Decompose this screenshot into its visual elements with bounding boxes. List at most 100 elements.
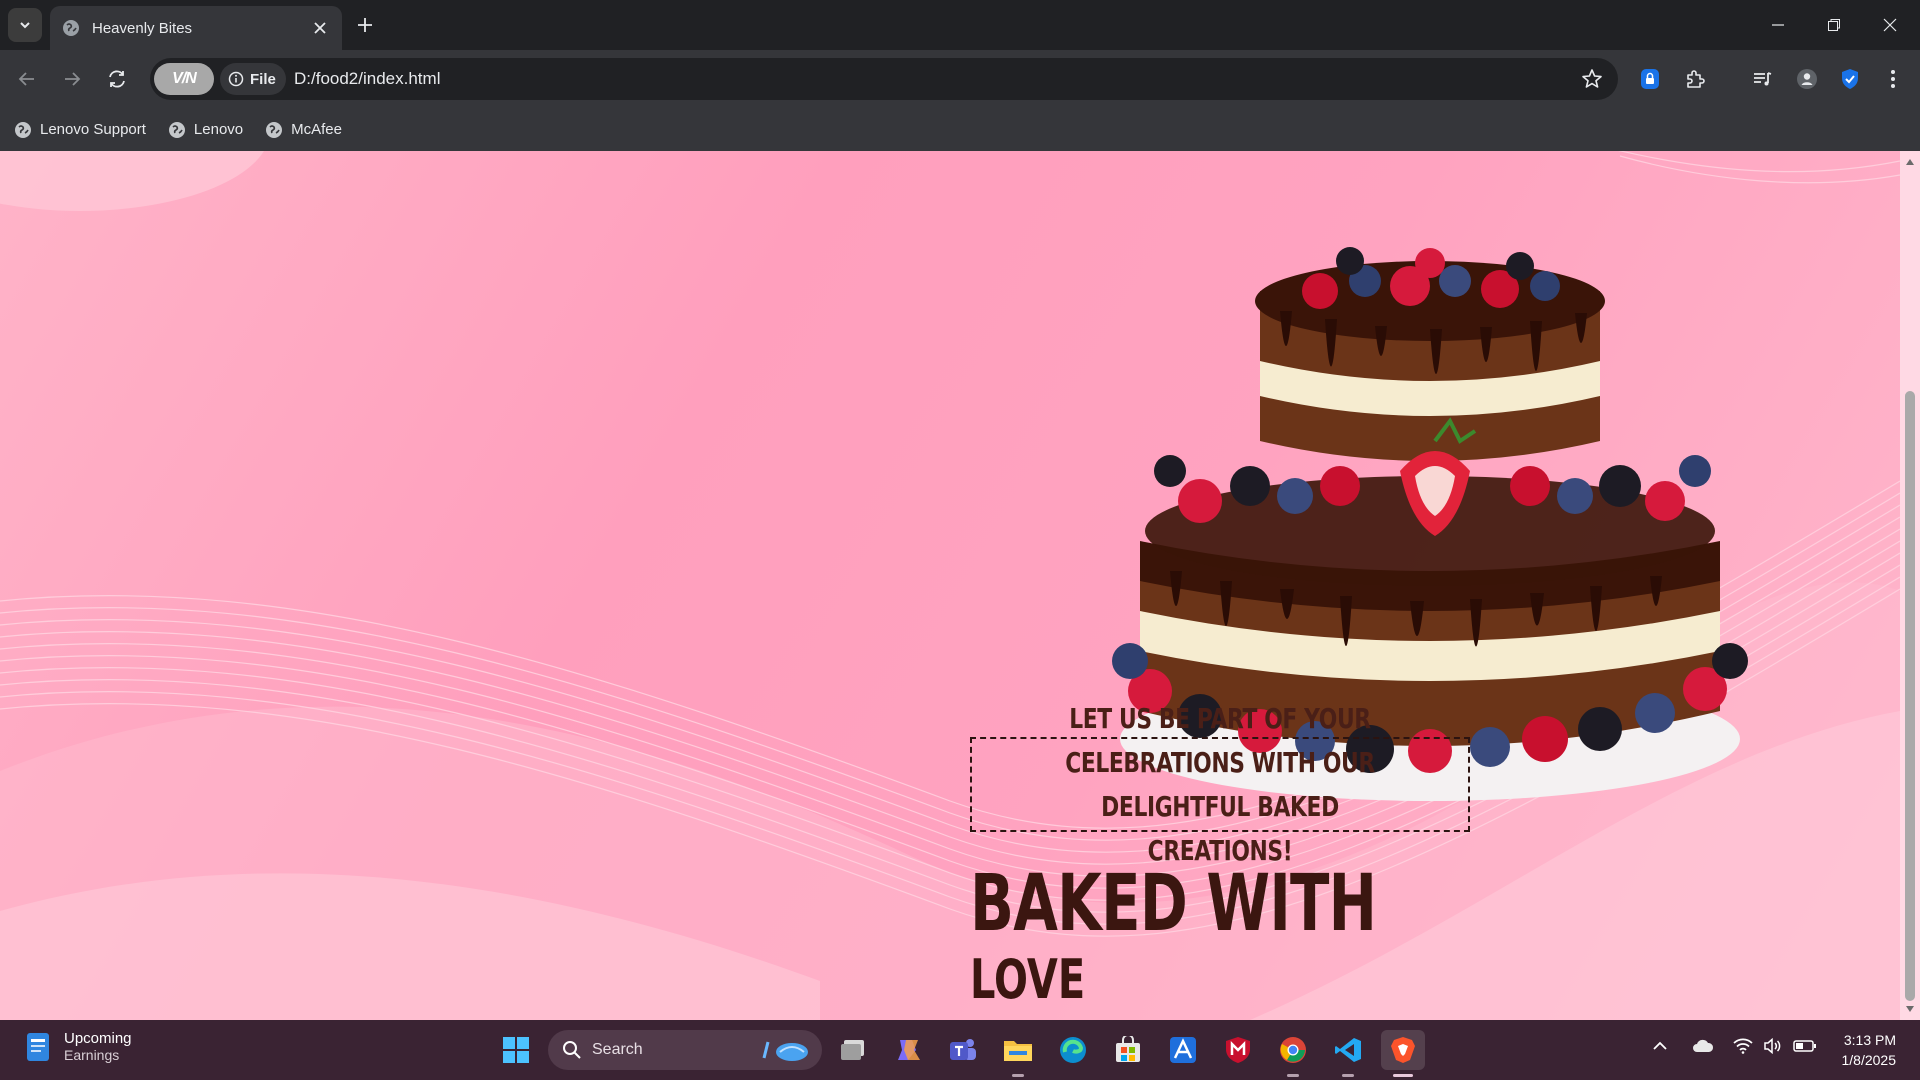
vscode-icon	[1335, 1038, 1361, 1062]
mcafee-button[interactable]	[1216, 1030, 1260, 1070]
bookmark-label: Lenovo	[193, 121, 244, 138]
task-view-icon	[841, 1040, 864, 1060]
brave-button[interactable]	[1381, 1030, 1425, 1070]
scroll-up-arrow-icon[interactable]	[1905, 157, 1915, 167]
bookmark-mcafee[interactable]: McAfee	[265, 121, 342, 139]
close-icon	[1883, 18, 1897, 32]
tab-title: Heavenly Bites	[92, 19, 193, 37]
widget-title: Upcoming	[64, 1030, 132, 1047]
file-explorer-button[interactable]	[996, 1030, 1040, 1070]
onedrive-button[interactable]	[1692, 1038, 1714, 1059]
clock-time: 3:13 PM	[1843, 1032, 1896, 1048]
wifi-button[interactable]	[1733, 1038, 1753, 1059]
tagline-box: LET US BE PART OF YOUR CELEBRATIONS WITH…	[970, 702, 1470, 867]
minimize-button[interactable]	[1750, 0, 1806, 50]
taskbar-search[interactable]: Search	[548, 1030, 822, 1070]
url-text[interactable]: D:/food2/index.html	[294, 69, 440, 89]
forward-button[interactable]	[55, 62, 89, 96]
running-indicator	[1012, 1074, 1024, 1077]
windows-taskbar: Upcoming Earnings Search 3:13 PM 1/8/202…	[0, 1020, 1920, 1080]
chrome-icon	[1280, 1037, 1306, 1063]
close-window-button[interactable]	[1862, 0, 1918, 50]
media-queue-icon	[1754, 72, 1772, 86]
browser-toolbar: V/N File D:/food2/index.html	[0, 50, 1920, 108]
search-label: Search	[592, 1041, 643, 1058]
shield-check-icon	[1842, 69, 1858, 89]
password-manager-extension[interactable]	[1633, 62, 1667, 96]
task-view-button[interactable]	[832, 1030, 876, 1070]
info-icon	[228, 71, 244, 87]
widget-subtitle: Earnings	[64, 1047, 120, 1063]
page-scrollbar[interactable]	[1900, 151, 1920, 1020]
cloud-icon	[1693, 1039, 1714, 1052]
teams-button[interactable]	[941, 1030, 985, 1070]
globe-icon	[15, 121, 31, 138]
puzzle-icon	[1687, 70, 1705, 88]
scrollbar-thumb[interactable]	[1905, 391, 1915, 1001]
chrome-button[interactable]	[1271, 1030, 1315, 1070]
speaker-icon	[1764, 1037, 1781, 1055]
more-vertical-icon	[1891, 70, 1895, 88]
stock-news-icon	[27, 1032, 49, 1061]
hero-heading: BAKED WITH	[970, 859, 1377, 949]
start-button[interactable]	[494, 1030, 538, 1070]
extensions-button[interactable]	[1678, 62, 1712, 96]
search-icon	[563, 1041, 581, 1059]
globe-icon	[63, 20, 79, 36]
bookmark-star-icon[interactable]	[1580, 67, 1604, 96]
media-controls-button[interactable]	[1745, 62, 1779, 96]
reload-button[interactable]	[100, 62, 134, 96]
address-bar[interactable]: V/N File D:/food2/index.html	[150, 58, 1618, 100]
restore-button[interactable]	[1806, 0, 1862, 50]
show-hidden-icons-button[interactable]	[1652, 1038, 1668, 1059]
reload-icon	[109, 70, 125, 88]
battery-button[interactable]	[1793, 1038, 1817, 1059]
profile-button[interactable]	[1790, 62, 1824, 96]
bookmark-label: Lenovo Support	[40, 121, 146, 138]
edge-button[interactable]	[1051, 1030, 1095, 1070]
clock-date: 1/8/2025	[1841, 1052, 1897, 1068]
folder-icon	[1004, 1041, 1032, 1061]
volume-button[interactable]	[1763, 1037, 1783, 1059]
minimize-icon	[1772, 24, 1784, 26]
windows-logo-icon	[503, 1037, 529, 1063]
battery-icon	[1793, 1040, 1816, 1052]
vpn-button[interactable]: V/N	[154, 63, 214, 95]
copilot-icon	[898, 1040, 920, 1060]
arrow-left-icon	[18, 72, 34, 86]
site-info-button[interactable]: File	[220, 63, 286, 95]
active-indicator	[1393, 1074, 1413, 1077]
widgets-button[interactable]: Upcoming Earnings	[26, 1030, 132, 1063]
copilot-button[interactable]	[886, 1030, 930, 1070]
lock-shield-icon	[1641, 69, 1659, 89]
vscode-button[interactable]	[1326, 1030, 1370, 1070]
globe-icon	[168, 121, 185, 138]
tab-heavenly-bites[interactable]: Heavenly Bites	[50, 6, 342, 50]
mcafee-shield-icon	[1226, 1037, 1250, 1063]
bookmarks-bar: Lenovo Support Lenovo McAfee	[0, 108, 1920, 151]
back-button[interactable]	[10, 62, 44, 96]
new-tab-button[interactable]	[352, 12, 378, 38]
bookmark-label: McAfee	[291, 121, 342, 138]
security-extension[interactable]	[1833, 62, 1867, 96]
running-indicator	[1342, 1074, 1354, 1077]
profile-icon	[1797, 69, 1817, 89]
chevron-up-icon	[1653, 1041, 1667, 1050]
microsoft-store-button[interactable]	[1106, 1030, 1150, 1070]
edge-icon	[1060, 1037, 1086, 1063]
bookmark-lenovo-support[interactable]: Lenovo Support	[14, 121, 146, 139]
tab-search-button[interactable]	[8, 8, 42, 42]
restore-icon	[1828, 19, 1840, 31]
arrow-right-icon	[65, 72, 81, 86]
close-icon[interactable]	[310, 18, 330, 38]
browser-menu-button[interactable]	[1876, 62, 1910, 96]
app-a-button[interactable]	[1161, 1030, 1205, 1070]
store-icon	[1116, 1036, 1140, 1062]
bookmark-lenovo[interactable]: Lenovo	[168, 121, 243, 139]
scroll-down-arrow-icon[interactable]	[1905, 1004, 1915, 1014]
pen-app-icon	[1170, 1037, 1196, 1063]
chevron-down-icon	[20, 22, 30, 29]
hero-subheading: LOVE	[970, 948, 1086, 1011]
scheme-label: File	[250, 70, 276, 88]
clock-button[interactable]: 3:13 PM 1/8/2025	[1842, 1030, 1897, 1070]
